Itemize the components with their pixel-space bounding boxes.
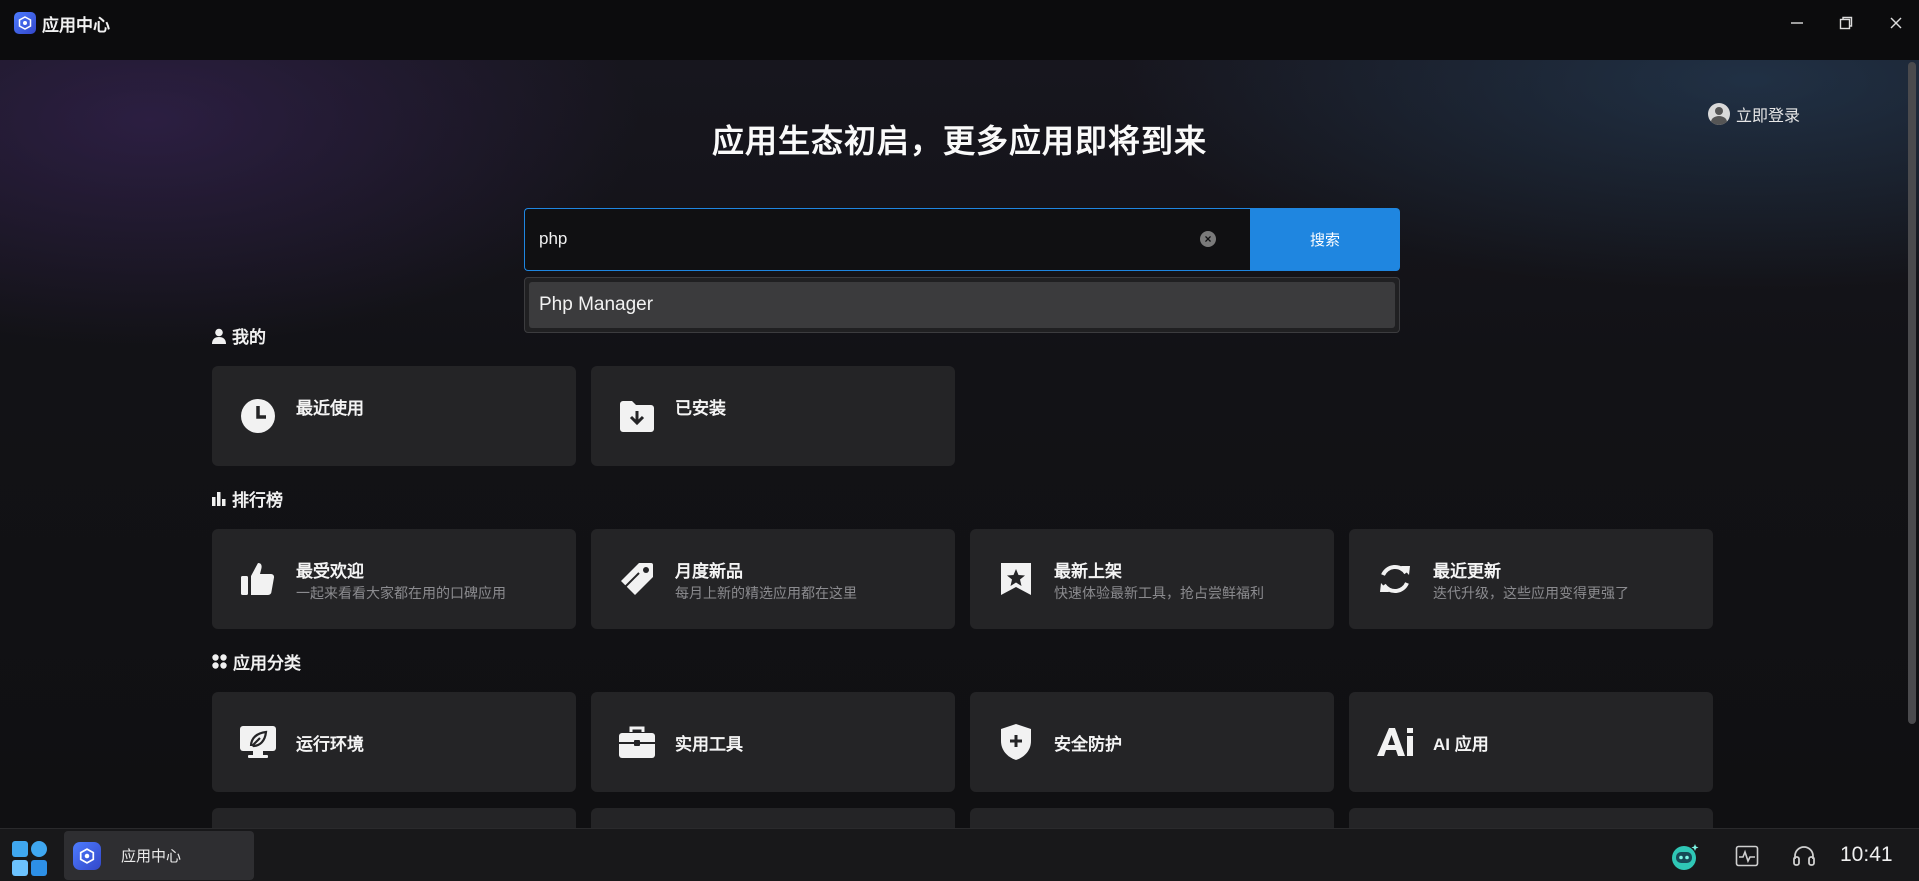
card-title: 运行环境 bbox=[296, 735, 364, 754]
grid-dots-icon bbox=[212, 654, 227, 669]
start-button[interactable] bbox=[12, 841, 50, 877]
ai-icon bbox=[1375, 722, 1415, 762]
card-ai-apps[interactable]: AI 应用 bbox=[1349, 692, 1713, 792]
start-tile bbox=[31, 841, 47, 857]
card-subtitle: 一起来看看大家都在用的口碑应用 bbox=[296, 585, 506, 601]
start-tile bbox=[12, 841, 28, 857]
card-monthly-new[interactable]: 月度新品 每月上新的精选应用都在这里 bbox=[591, 529, 955, 629]
bar-chart-icon bbox=[212, 491, 226, 506]
shield-plus-icon bbox=[996, 722, 1036, 762]
taskbar-app-center[interactable]: 应用中心 bbox=[64, 831, 254, 880]
search-box: × bbox=[524, 208, 1250, 271]
card-partial[interactable] bbox=[970, 808, 1334, 828]
thumbs-up-icon bbox=[238, 559, 278, 599]
headset-icon[interactable] bbox=[1789, 841, 1819, 871]
section-categories: 应用分类 bbox=[212, 649, 301, 674]
taskbar-app-label: 应用中心 bbox=[121, 848, 182, 865]
card-subtitle: 快速体验最新工具，抢占尝鲜福利 bbox=[1054, 585, 1264, 601]
card-partial[interactable] bbox=[1349, 808, 1713, 828]
section-title-mine: 我的 bbox=[232, 328, 266, 347]
card-title: AI 应用 bbox=[1433, 735, 1489, 754]
section-title-ranking: 排行榜 bbox=[232, 491, 283, 510]
refresh-icon bbox=[1375, 559, 1415, 599]
section-mine: 我的 bbox=[212, 323, 266, 348]
section-ranking: 排行榜 bbox=[212, 486, 283, 511]
card-title: 已安装 bbox=[675, 399, 726, 418]
app-center-icon bbox=[73, 841, 101, 870]
close-button[interactable] bbox=[1881, 10, 1911, 36]
main-content: 立即登录 应用生态初启，更多应用即将到来 × 搜索 Php Manager 我的… bbox=[0, 60, 1919, 828]
monitor-leaf-icon bbox=[238, 722, 278, 762]
search-suggestions: Php Manager bbox=[524, 277, 1400, 333]
tag-icon bbox=[617, 559, 657, 599]
card-title: 最新上架 bbox=[1054, 562, 1122, 581]
card-partial[interactable] bbox=[591, 808, 955, 828]
card-title: 月度新品 bbox=[675, 562, 743, 581]
close-icon bbox=[1890, 17, 1902, 29]
restore-button[interactable] bbox=[1831, 10, 1861, 36]
folder-download-icon bbox=[617, 396, 657, 436]
card-utilities[interactable]: 实用工具 bbox=[591, 692, 955, 792]
toolbox-icon bbox=[617, 722, 657, 762]
card-recent[interactable]: 最近使用 bbox=[212, 366, 576, 466]
search-bar: × 搜索 bbox=[524, 208, 1400, 271]
card-title: 最近使用 bbox=[296, 399, 364, 418]
search-button[interactable]: 搜索 bbox=[1250, 208, 1400, 271]
minimize-button[interactable] bbox=[1782, 10, 1812, 36]
restore-icon bbox=[1839, 16, 1853, 30]
title-bar: 应用中心 bbox=[0, 0, 1919, 60]
card-most-popular[interactable]: 最受欢迎 一起来看看大家都在用的口碑应用 bbox=[212, 529, 576, 629]
start-tile bbox=[31, 860, 47, 876]
window-title: 应用中心 bbox=[42, 16, 110, 35]
clear-search-icon[interactable]: × bbox=[1200, 231, 1216, 247]
card-newest[interactable]: 最新上架 快速体验最新工具，抢占尝鲜福利 bbox=[970, 529, 1334, 629]
user-icon bbox=[212, 328, 226, 344]
vertical-scrollbar[interactable] bbox=[1908, 62, 1916, 724]
activity-monitor-icon[interactable] bbox=[1732, 841, 1762, 871]
search-input[interactable] bbox=[539, 209, 1179, 269]
card-recent-updates[interactable]: 最近更新 迭代升级，这些应用变得更强了 bbox=[1349, 529, 1713, 629]
card-partial[interactable] bbox=[212, 808, 576, 828]
assistant-robot-icon[interactable] bbox=[1668, 841, 1702, 871]
hero-title: 应用生态初启，更多应用即将到来 bbox=[711, 123, 1207, 159]
taskbar: 应用中心 10:41 bbox=[0, 828, 1919, 881]
suggestion-item[interactable]: Php Manager bbox=[529, 282, 1395, 328]
card-title: 实用工具 bbox=[675, 735, 743, 754]
section-title-categories: 应用分类 bbox=[233, 654, 301, 673]
taskbar-clock[interactable]: 10:41 bbox=[1840, 843, 1893, 867]
card-installed[interactable]: 已安装 bbox=[591, 366, 955, 466]
card-subtitle: 每月上新的精选应用都在这里 bbox=[675, 585, 857, 601]
clock-icon bbox=[238, 396, 278, 436]
app-center-icon bbox=[14, 12, 36, 34]
card-subtitle: 迭代升级，这些应用变得更强了 bbox=[1433, 585, 1629, 601]
card-runtime-env[interactable]: 运行环境 bbox=[212, 692, 576, 792]
card-title: 安全防护 bbox=[1054, 735, 1122, 754]
card-title: 最近更新 bbox=[1433, 562, 1501, 581]
minimize-icon bbox=[1791, 22, 1803, 24]
star-badge-icon bbox=[996, 559, 1036, 599]
start-tile bbox=[12, 860, 28, 876]
card-title: 最受欢迎 bbox=[296, 562, 364, 581]
card-security[interactable]: 安全防护 bbox=[970, 692, 1334, 792]
